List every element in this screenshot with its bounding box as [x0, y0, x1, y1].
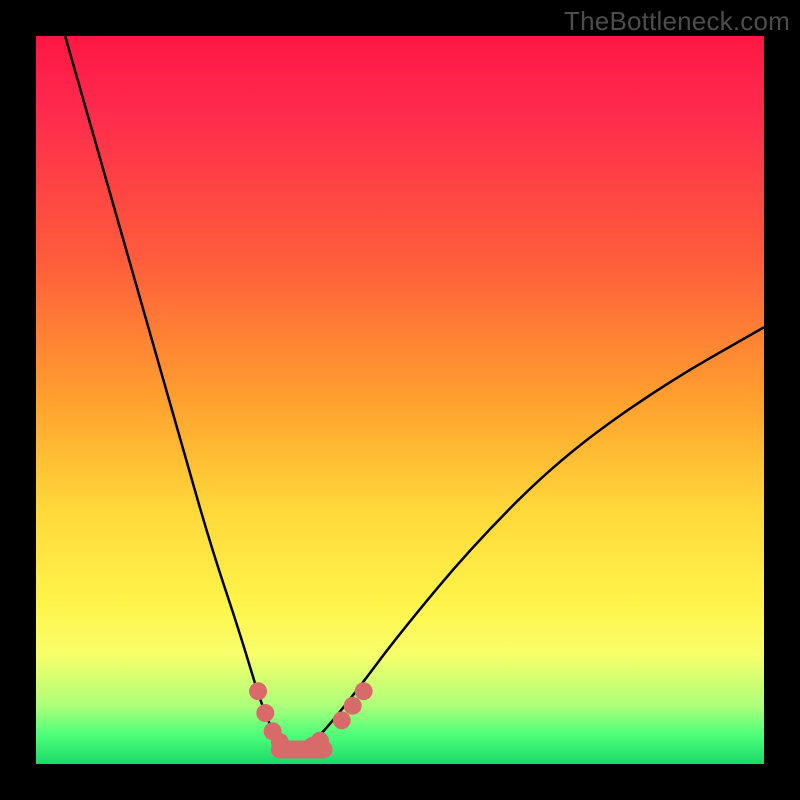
watermark-text: TheBottleneck.com — [564, 6, 790, 37]
bottleneck-curve — [65, 36, 764, 749]
marker-dot — [355, 682, 373, 700]
plot-area — [36, 36, 764, 764]
chart-svg — [36, 36, 764, 764]
marker-dot — [249, 682, 267, 700]
marker-dot — [311, 732, 329, 750]
chart-frame: TheBottleneck.com — [0, 0, 800, 800]
marker-dot — [256, 704, 274, 722]
marker-dot — [344, 697, 362, 715]
curve-path — [65, 36, 764, 749]
marker-dot — [333, 711, 351, 729]
